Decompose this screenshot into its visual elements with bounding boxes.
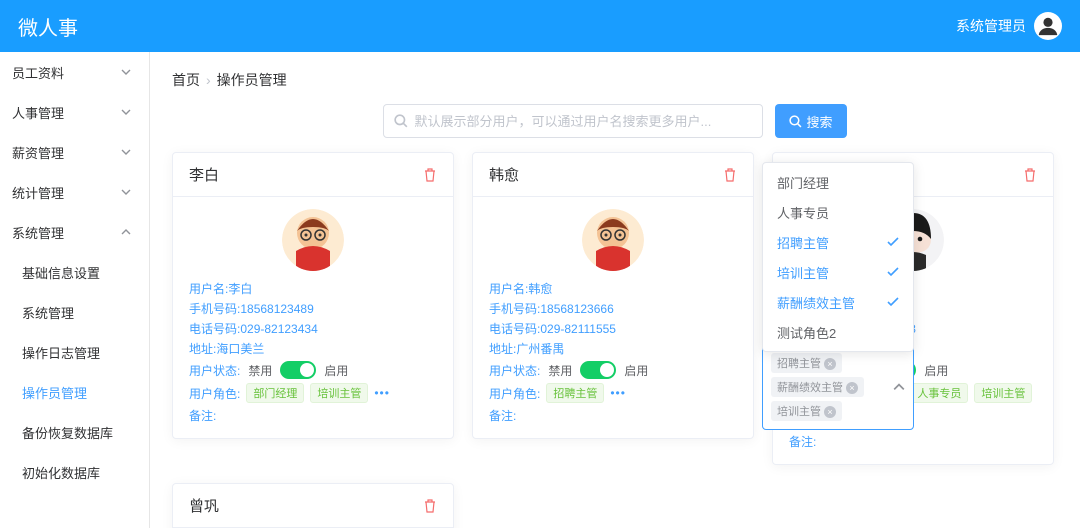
delete-icon[interactable] xyxy=(423,168,437,182)
role-tag: 部门经理 xyxy=(246,383,304,403)
breadcrumb-separator: › xyxy=(206,72,211,88)
nav-group-系统管理[interactable]: 系统管理 xyxy=(0,212,149,252)
check-icon xyxy=(887,266,899,278)
nav-item-操作员管理[interactable]: 操作员管理 xyxy=(0,372,149,412)
role-option[interactable]: 部门经理 xyxy=(763,167,913,197)
main-content: 首页 › 操作员管理 搜索 李白 用户名:李白 手机号码:18568123489… xyxy=(150,52,1080,528)
chevron-down-icon xyxy=(121,107,131,117)
nav-item-初始化数据库[interactable]: 初始化数据库 xyxy=(0,452,149,492)
chevron-up-icon xyxy=(121,227,131,237)
top-bar: 微人事 系统管理员 xyxy=(0,0,1080,52)
nav-group-统计管理[interactable]: 统计管理 xyxy=(0,172,149,212)
enable-switch[interactable] xyxy=(280,361,316,379)
delete-icon[interactable] xyxy=(723,168,737,182)
breadcrumb-current: 操作员管理 xyxy=(217,70,287,90)
breadcrumb-root[interactable]: 首页 xyxy=(172,70,200,90)
selected-role-tag: 薪酬绩效主管× xyxy=(771,377,864,397)
search-input-wrapper[interactable] xyxy=(383,104,763,138)
card-title: 李白 xyxy=(189,164,219,185)
enable-switch[interactable] xyxy=(580,361,616,379)
nav-item-操作日志管理[interactable]: 操作日志管理 xyxy=(0,332,149,372)
operator-card: 曾巩 xyxy=(172,483,454,528)
check-icon xyxy=(887,296,899,308)
role-option[interactable]: 招聘主管 xyxy=(763,227,913,257)
selected-role-tag: 招聘主管× xyxy=(771,353,842,373)
more-roles-icon[interactable]: ••• xyxy=(374,386,390,400)
search-icon xyxy=(789,115,802,128)
breadcrumb: 首页 › 操作员管理 xyxy=(172,70,1058,90)
role-option[interactable]: 人事专员 xyxy=(763,197,913,227)
search-button-label: 搜索 xyxy=(806,112,832,131)
username-label: 系统管理员 xyxy=(956,16,1026,36)
role-tag: 培训主管 xyxy=(974,383,1032,403)
selected-role-tag: 培训主管× xyxy=(771,401,842,421)
sidebar: 员工资料人事管理薪资管理统计管理系统管理 基础信息设置系统管理操作日志管理操作员… xyxy=(0,52,150,528)
operator-card: 李白 用户名:李白 手机号码:18568123489 电话号码:029-8212… xyxy=(172,152,454,439)
role-tag: 培训主管 xyxy=(310,383,368,403)
operator-avatar xyxy=(582,209,644,271)
nav-item-基础信息设置[interactable]: 基础信息设置 xyxy=(0,252,149,292)
card-title: 韩愈 xyxy=(489,164,519,185)
operator-avatar xyxy=(282,209,344,271)
more-roles-icon[interactable]: ••• xyxy=(610,386,626,400)
role-option[interactable]: 测试角色2 xyxy=(763,317,913,347)
remove-tag-icon[interactable]: × xyxy=(846,382,858,394)
user-avatar-icon xyxy=(1034,12,1062,40)
role-option[interactable]: 薪酬绩效主管 xyxy=(763,287,913,317)
role-dropdown-panel[interactable]: 部门经理人事专员招聘主管培训主管薪酬绩效主管测试角色2 xyxy=(762,162,914,352)
role-option[interactable]: 培训主管 xyxy=(763,257,913,287)
nav-item-系统管理[interactable]: 系统管理 xyxy=(0,292,149,332)
search-input[interactable] xyxy=(414,114,752,129)
app-brand: 微人事 xyxy=(18,12,78,41)
nav-item-备份恢复数据库[interactable]: 备份恢复数据库 xyxy=(0,412,149,452)
role-select-box[interactable]: 招聘主管× 薪酬绩效主管× 培训主管× xyxy=(762,344,914,430)
remove-tag-icon[interactable]: × xyxy=(824,406,836,418)
chevron-down-icon xyxy=(121,147,131,157)
search-button[interactable]: 搜索 xyxy=(775,104,846,138)
delete-icon[interactable] xyxy=(1023,168,1037,182)
operator-card: 韩愈 用户名:韩愈 手机号码:18568123666 电话号码:029-8211… xyxy=(472,152,754,439)
delete-icon[interactable] xyxy=(423,499,437,513)
nav-group-人事管理[interactable]: 人事管理 xyxy=(0,92,149,132)
chevron-down-icon xyxy=(121,187,131,197)
nav-group-员工资料[interactable]: 员工资料 xyxy=(0,52,149,92)
card-title: 曾巩 xyxy=(189,495,219,516)
nav-group-薪资管理[interactable]: 薪资管理 xyxy=(0,132,149,172)
role-tag: 人事专员 xyxy=(910,383,968,403)
chevron-down-icon xyxy=(121,67,131,77)
remove-tag-icon[interactable]: × xyxy=(824,358,836,370)
check-icon xyxy=(887,236,899,248)
chevron-up-icon xyxy=(893,381,905,393)
role-tag: 招聘主管 xyxy=(546,383,604,403)
current-user[interactable]: 系统管理员 xyxy=(956,12,1062,40)
search-icon xyxy=(394,114,408,128)
